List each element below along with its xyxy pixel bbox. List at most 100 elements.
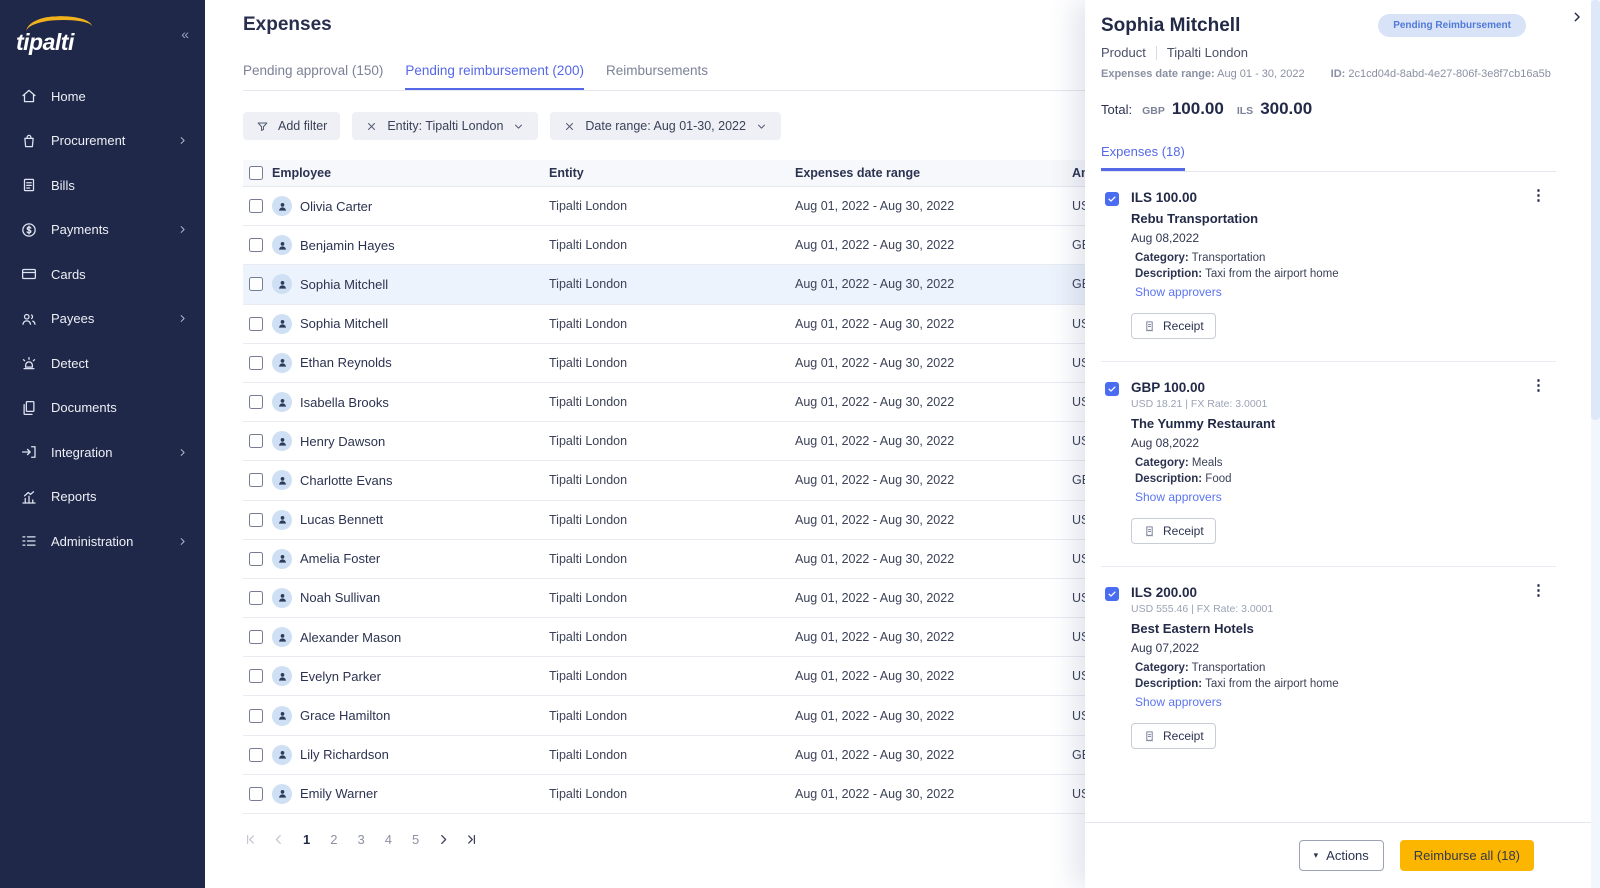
row-checkbox[interactable]: [249, 591, 263, 605]
row-checkbox[interactable]: [249, 434, 263, 448]
row-checkbox[interactable]: [249, 277, 263, 291]
kebab-menu-icon[interactable]: ⋮: [1531, 583, 1546, 598]
sidebar-item-integration[interactable]: Integration: [0, 430, 205, 475]
caret-down-icon: ▾: [1314, 850, 1319, 861]
reimburse-all-button[interactable]: Reimburse all (18): [1400, 840, 1534, 871]
employee-name: Isabella Brooks: [300, 395, 389, 410]
sidebar-item-cards[interactable]: Cards: [0, 252, 205, 297]
next-page-icon[interactable]: [435, 831, 452, 848]
remove-filter-icon[interactable]: [365, 120, 378, 133]
show-approvers-link[interactable]: Show approvers: [1131, 490, 1275, 504]
row-checkbox[interactable]: [249, 395, 263, 409]
receipt-icon: [1143, 320, 1156, 333]
panel-scrollbar[interactable]: [1591, 0, 1600, 888]
kebab-menu-icon[interactable]: ⋮: [1531, 378, 1546, 393]
row-checkbox[interactable]: [249, 513, 263, 527]
employee-name: Henry Dawson: [300, 434, 385, 449]
date-range-cell: Aug 01, 2022 - Aug 30, 2022: [795, 199, 1072, 213]
remove-filter-icon[interactable]: [563, 120, 576, 133]
row-checkbox-cell: [243, 238, 272, 252]
scrollbar-thumb[interactable]: [1591, 0, 1600, 420]
column-header-entity[interactable]: Entity: [549, 166, 795, 180]
employee-name: Sophia Mitchell: [300, 277, 388, 292]
sidebar-item-home[interactable]: Home: [0, 74, 205, 119]
sidebar-header: tipalti «: [0, 0, 205, 66]
row-checkbox-cell: [243, 199, 272, 213]
receipt-button[interactable]: Receipt: [1131, 518, 1216, 544]
sidebar-item-documents[interactable]: Documents: [0, 386, 205, 431]
total-currency-2: ILS: [1237, 105, 1253, 117]
filter-chip-date-range-aug-01-30-2022[interactable]: Date range: Aug 01-30, 2022: [550, 112, 781, 140]
sidebar-item-reports[interactable]: Reports: [0, 475, 205, 520]
collapse-panel-icon[interactable]: [1570, 10, 1584, 24]
expense-description: Description: Taxi from the airport home: [1131, 268, 1339, 280]
date-range-cell: Aug 01, 2022 - Aug 30, 2022: [795, 630, 1072, 644]
sidebar-collapse-button[interactable]: «: [181, 26, 189, 42]
previous-page-icon[interactable]: [270, 831, 287, 848]
column-header-employee[interactable]: Employee: [272, 166, 549, 180]
expense-checkbox-checked[interactable]: [1105, 587, 1119, 601]
row-checkbox[interactable]: [249, 199, 263, 213]
filter-chip-entity-tipalti-london[interactable]: Entity: Tipalti London: [352, 112, 538, 140]
actions-button[interactable]: ▾ Actions: [1299, 840, 1384, 871]
tab-expenses[interactable]: Expenses (18): [1101, 144, 1185, 171]
category-label: Category:: [1135, 252, 1189, 264]
sidebar-item-payees[interactable]: Payees: [0, 297, 205, 342]
entity-cell: Tipalti London: [549, 787, 795, 801]
tab-reimbursements[interactable]: Reimbursements: [606, 57, 708, 90]
employee-cell: Evelyn Parker: [272, 666, 549, 686]
tab-pending-reimbursement-200[interactable]: Pending reimbursement (200): [405, 57, 584, 90]
show-approvers-link[interactable]: Show approvers: [1131, 285, 1339, 299]
sidebar-item-bills[interactable]: Bills: [0, 163, 205, 208]
page-number-4[interactable]: 4: [379, 830, 398, 849]
row-checkbox[interactable]: [249, 356, 263, 370]
row-checkbox[interactable]: [249, 787, 263, 801]
row-checkbox[interactable]: [249, 630, 263, 644]
last-page-icon[interactable]: [462, 831, 479, 848]
row-checkbox[interactable]: [249, 552, 263, 566]
chevron-down-icon[interactable]: [755, 120, 768, 133]
chevron-right-icon: [176, 535, 189, 548]
expense-checkbox-checked[interactable]: [1105, 192, 1119, 206]
filter-funnel-icon: [256, 120, 269, 133]
page-number-3[interactable]: 3: [351, 830, 370, 849]
receipt-button[interactable]: Receipt: [1131, 723, 1216, 749]
date-range-cell: Aug 01, 2022 - Aug 30, 2022: [795, 748, 1072, 762]
add-filter-label: Add filter: [278, 119, 327, 133]
first-page-icon[interactable]: [243, 831, 260, 848]
page-number-5[interactable]: 5: [406, 830, 425, 849]
column-header-date-range[interactable]: Expenses date range: [795, 166, 1072, 180]
row-checkbox[interactable]: [249, 748, 263, 762]
row-checkbox[interactable]: [249, 669, 263, 683]
receipt-button[interactable]: Receipt: [1131, 313, 1216, 339]
row-checkbox[interactable]: [249, 238, 263, 252]
row-checkbox-cell: [243, 669, 272, 683]
reports-icon: [20, 488, 38, 506]
employee-cell: Ethan Reynolds: [272, 353, 549, 373]
kebab-menu-icon[interactable]: ⋮: [1531, 188, 1546, 203]
integration-icon: [20, 443, 38, 461]
add-filter-button[interactable]: Add filter: [243, 112, 340, 140]
chevron-down-icon[interactable]: [512, 120, 525, 133]
row-checkbox[interactable]: [249, 709, 263, 723]
show-approvers-link[interactable]: Show approvers: [1131, 695, 1339, 709]
chevron-right-icon: [176, 446, 189, 459]
sidebar-item-procurement[interactable]: Procurement: [0, 119, 205, 164]
tab-pending-approval-150[interactable]: Pending approval (150): [243, 57, 383, 90]
select-all-checkbox[interactable]: [249, 166, 263, 180]
date-range-cell: Aug 01, 2022 - Aug 30, 2022: [795, 787, 1072, 801]
entity-cell: Tipalti London: [549, 317, 795, 331]
avatar: [272, 314, 292, 334]
row-checkbox[interactable]: [249, 317, 263, 331]
sidebar-item-administration[interactable]: Administration: [0, 519, 205, 564]
panel-id: ID: 2c1cd04d-8abd-4e27-806f-3e8f7cb16a5b: [1331, 68, 1551, 80]
administration-icon: [20, 532, 38, 550]
sidebar-item-detect[interactable]: Detect: [0, 341, 205, 386]
expense-checkbox-checked[interactable]: [1105, 382, 1119, 396]
page-number-1[interactable]: 1: [297, 830, 316, 849]
page-number-2[interactable]: 2: [324, 830, 343, 849]
date-range-cell: Aug 01, 2022 - Aug 30, 2022: [795, 356, 1072, 370]
sidebar-item-payments[interactable]: Payments: [0, 208, 205, 253]
cards-icon: [20, 265, 38, 283]
row-checkbox[interactable]: [249, 473, 263, 487]
